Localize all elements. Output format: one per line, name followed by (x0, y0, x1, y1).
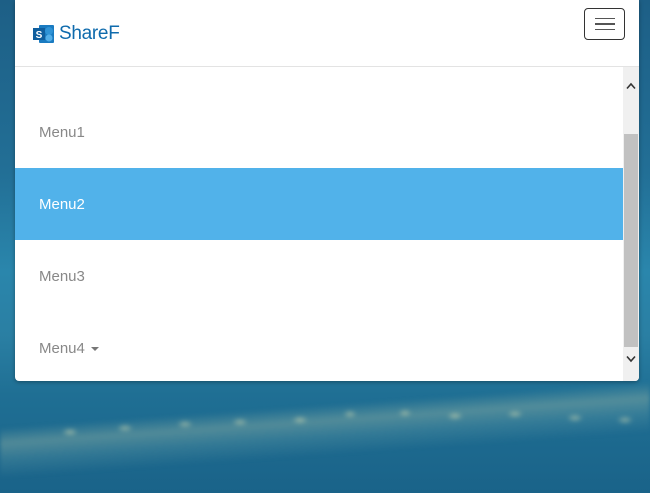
navbar: S ShareF (15, 0, 639, 67)
chevron-down-icon (626, 355, 636, 363)
nav-menu: Menu1 Menu2 Menu3 Menu4 (15, 67, 623, 381)
menu-item-label: Menu2 (39, 195, 85, 213)
hamburger-bar (594, 28, 615, 31)
chevron-up-icon (626, 82, 636, 90)
hamburger-bar (594, 23, 615, 25)
menu-item-label: Menu3 (39, 267, 85, 285)
caret-down-icon (90, 347, 99, 351)
menu-item-label: Menu4 (39, 339, 85, 357)
menu-item-label: Menu1 (39, 123, 85, 141)
menu-item-menu1[interactable]: Menu1 (15, 96, 623, 168)
scroll-up-button[interactable] (623, 77, 639, 95)
app-window: S ShareF Menu1 Menu2 Menu3 Menu4 (15, 0, 639, 381)
scrollbar-thumb[interactable] (624, 134, 638, 347)
navbar-toggle-button[interactable] (584, 8, 625, 40)
menu-item-menu2[interactable]: Menu2 (15, 168, 623, 240)
svg-text:S: S (36, 30, 43, 41)
menu-item-menu4[interactable]: Menu4 (15, 312, 623, 381)
background-image (0, 380, 650, 493)
sharepoint-logo-icon: S (33, 25, 54, 43)
menu-scrollbar[interactable] (623, 67, 639, 381)
hamburger-menu-icon (594, 17, 615, 20)
menu-item-menu3[interactable]: Menu3 (15, 240, 623, 312)
scroll-down-button[interactable] (623, 350, 639, 368)
brand-link[interactable]: S ShareF (32, 20, 120, 48)
brand-name: ShareF (59, 23, 120, 44)
